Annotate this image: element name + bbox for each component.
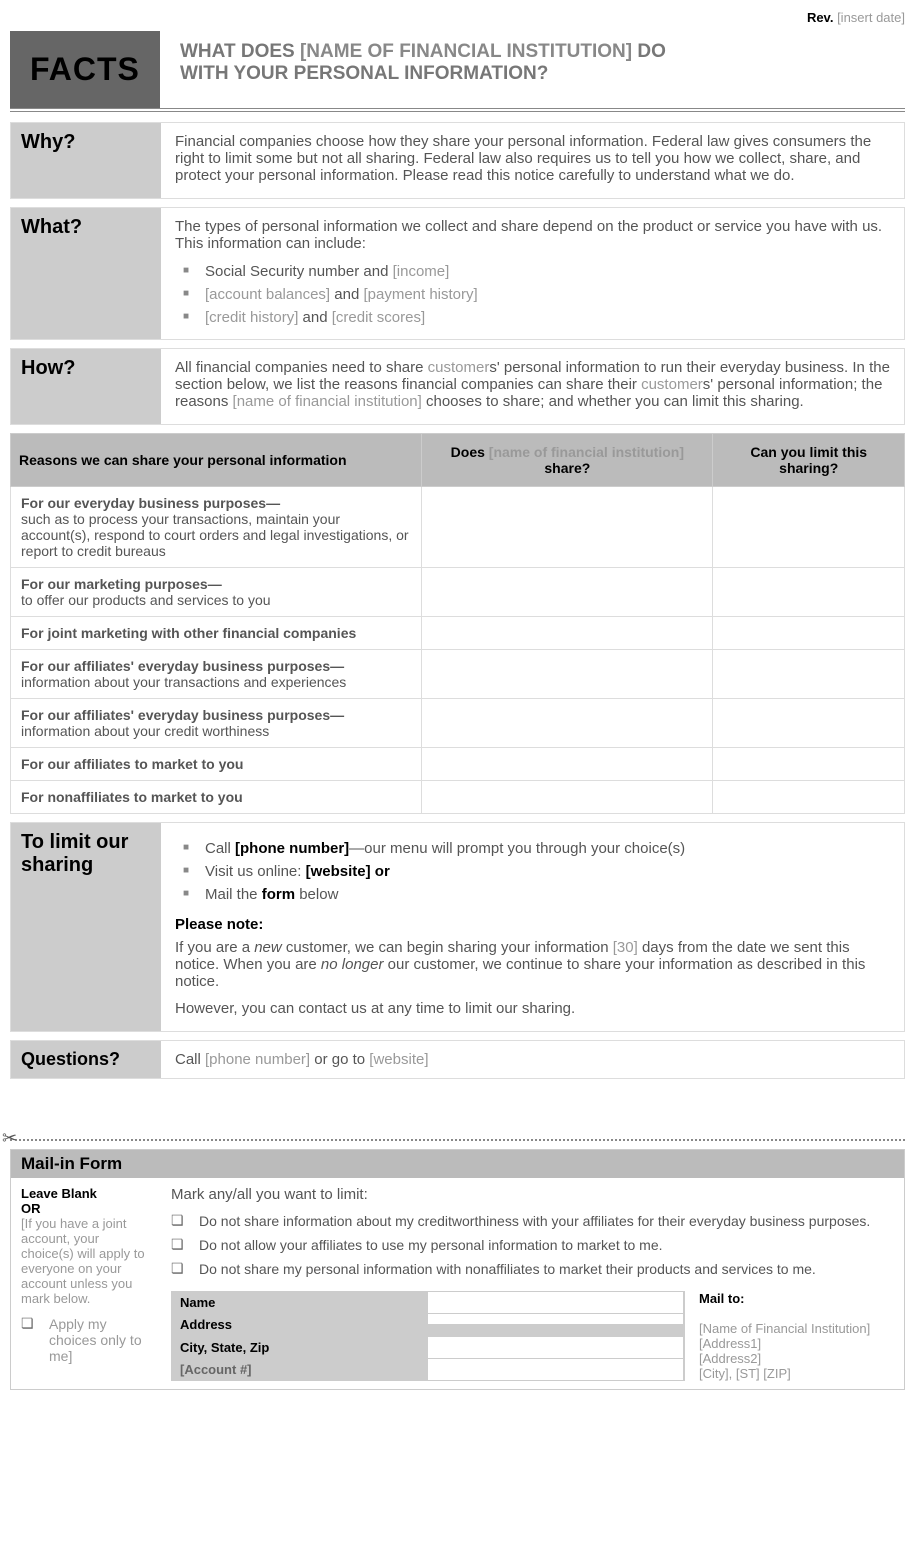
cut-line xyxy=(10,1139,905,1141)
table-row: For our affiliates' everyday business pu… xyxy=(11,699,905,748)
account-field[interactable] xyxy=(428,1358,684,1380)
how-row: How? All financial companies need to sha… xyxy=(10,348,905,425)
opt-out-creditworthiness-checkbox[interactable]: Do not share information about my credit… xyxy=(171,1209,894,1233)
city-state-zip-field[interactable] xyxy=(428,1336,684,1358)
why-label: Why? xyxy=(11,123,161,198)
what-label: What? xyxy=(11,208,161,339)
questions-text: Call [phone number] or go to [website] xyxy=(161,1041,904,1078)
questions-label: Questions? xyxy=(11,1041,161,1078)
address-field-1[interactable] xyxy=(428,1314,684,1325)
opt-out-nonaffiliates-checkbox[interactable]: Do not share my personal information wit… xyxy=(171,1257,894,1281)
table-row: For our everyday business purposes—such … xyxy=(11,487,905,568)
what-text: The types of personal information we col… xyxy=(161,208,904,339)
how-label: How? xyxy=(11,349,161,424)
th-share: Does [name of financial institution] sha… xyxy=(422,434,713,487)
why-text: Financial companies choose how they shar… xyxy=(161,123,904,198)
mail-in-form: Mail-in Form Leave Blank OR [If you have… xyxy=(10,1149,905,1390)
header: FACTS WHAT DOES [NAME OF FINANCIAL INSTI… xyxy=(10,31,905,112)
table-row: For our affiliates to market to you xyxy=(11,748,905,781)
th-limit: Can you limit this sharing? xyxy=(713,434,905,487)
header-question: WHAT DOES [NAME OF FINANCIAL INSTITUTION… xyxy=(160,31,905,108)
limit-label: To limit our sharing xyxy=(11,823,161,1031)
address-field-2[interactable] xyxy=(428,1325,684,1336)
mif-left: Leave Blank OR [If you have a joint acco… xyxy=(11,1178,161,1389)
mif-right: Mark any/all you want to limit: Do not s… xyxy=(161,1178,904,1389)
how-text: All financial companies need to share cu… xyxy=(161,349,904,424)
mif-header: Mail-in Form xyxy=(11,1150,904,1178)
table-row: For our marketing purposes—to offer our … xyxy=(11,568,905,617)
why-row: Why? Financial companies choose how they… xyxy=(10,122,905,199)
table-row: For nonaffiliates to market to you xyxy=(11,781,905,814)
reasons-table: Reasons we can share your personal infor… xyxy=(10,433,905,814)
mail-to: Mail to: [Name of Financial Institution]… xyxy=(684,1291,894,1381)
th-reasons: Reasons we can share your personal infor… xyxy=(11,434,422,487)
what-row: What? The types of personal information … xyxy=(10,207,905,340)
address-table: Name Address City, State, Zip [Account #… xyxy=(171,1291,684,1381)
facts-badge: FACTS xyxy=(10,31,160,108)
opt-out-affiliates-market-checkbox[interactable]: Do not allow your affiliates to use my p… xyxy=(171,1233,894,1257)
table-row: For joint marketing with other financial… xyxy=(11,617,905,650)
revision-line: Rev. [insert date] xyxy=(0,10,915,31)
name-field[interactable] xyxy=(428,1292,684,1314)
limit-row: To limit our sharing Call [phone number]… xyxy=(10,822,905,1032)
questions-row: Questions? Call [phone number] or go to … xyxy=(10,1040,905,1079)
limit-text: Call [phone number]—our menu will prompt… xyxy=(161,823,904,1031)
table-row: For our affiliates' everyday business pu… xyxy=(11,650,905,699)
apply-only-me-checkbox[interactable]: Apply my choices only to me] xyxy=(21,1312,151,1368)
